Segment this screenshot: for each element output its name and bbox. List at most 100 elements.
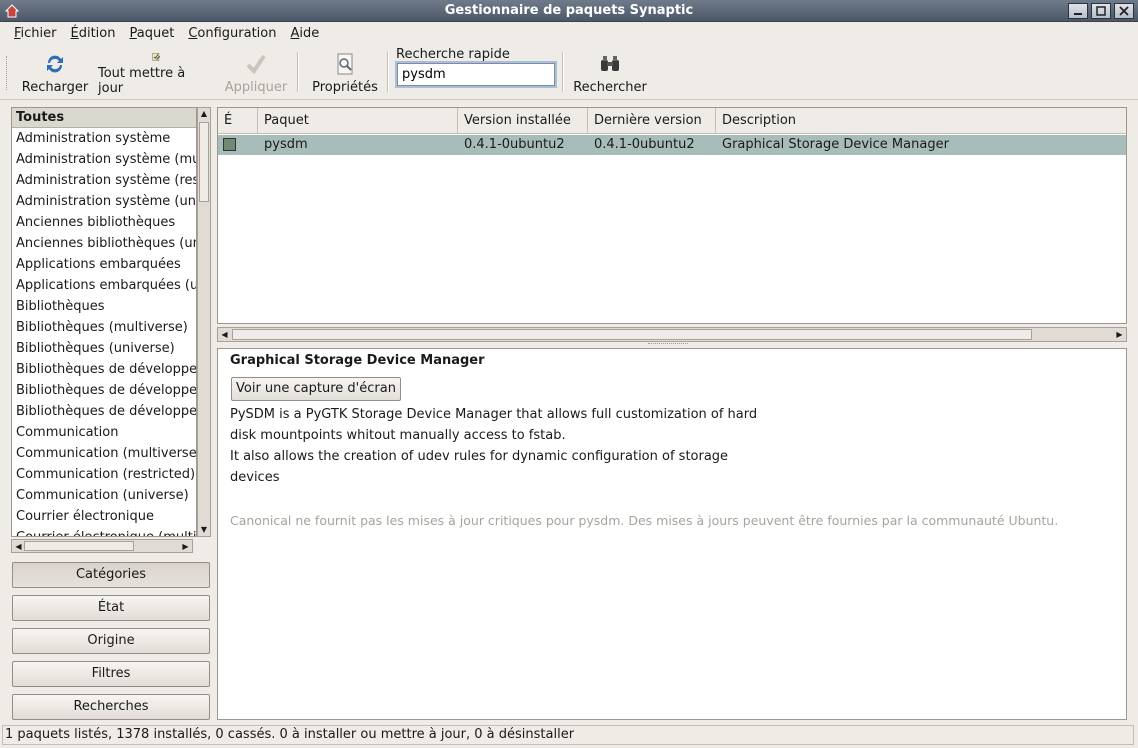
- properties-button[interactable]: Propriétés: [310, 48, 380, 96]
- package-table: É Paquet Version installée Dernière vers…: [217, 107, 1127, 324]
- menu-label: ide: [299, 25, 320, 41]
- column-package[interactable]: Paquet: [258, 108, 458, 134]
- menu-label: dition: [78, 25, 116, 41]
- pane-resize-handle[interactable]: [648, 343, 688, 346]
- reload-label: Recharger: [21, 80, 89, 95]
- menu-mnemonic: É: [70, 25, 79, 41]
- menu-label: onfiguration: [197, 25, 277, 41]
- apply-label: Appliquer: [224, 80, 288, 95]
- menu-configuration[interactable]: Configuration: [182, 26, 282, 41]
- category-all[interactable]: Toutes: [12, 108, 196, 128]
- column-latest-version[interactable]: Dernière version: [588, 108, 716, 134]
- menu-aide[interactable]: Aide: [284, 26, 325, 41]
- view-screenshot-button[interactable]: Voir une capture d'écran: [231, 377, 401, 401]
- scrollbar-thumb[interactable]: [24, 541, 134, 551]
- binoculars-icon: [601, 56, 619, 71]
- menu-bar: Fichier Édition Paquet Configuration Aid…: [0, 22, 1138, 44]
- scroll-right-arrow-icon[interactable]: ▶: [1113, 328, 1126, 341]
- close-icon: [1119, 6, 1129, 16]
- category-vertical-scrollbar[interactable]: ▲ ▼: [197, 107, 211, 537]
- category-item[interactable]: Anciennes bibliothèques (universe): [12, 233, 196, 254]
- menu-label: aquet: [136, 25, 175, 41]
- maximize-icon: [1096, 6, 1106, 16]
- menu-edition[interactable]: Édition: [65, 26, 122, 41]
- category-item[interactable]: Communication (restricted): [12, 464, 196, 485]
- package-table-header: É Paquet Version installée Dernière vers…: [218, 108, 1126, 134]
- toolbar: Recharger Tout mettre à jour Appliquer P…: [0, 44, 1138, 100]
- toolbar-separator: [387, 52, 389, 92]
- column-installed-version[interactable]: Version installée: [458, 108, 588, 134]
- filters-button[interactable]: Filtres: [12, 661, 210, 687]
- window-title: Gestionnaire de paquets Synaptic: [444, 3, 694, 18]
- scroll-right-arrow-icon[interactable]: ▶: [179, 540, 192, 553]
- menu-paquet[interactable]: Paquet: [123, 26, 180, 41]
- quick-search-input[interactable]: [395, 61, 557, 88]
- apply-button[interactable]: Appliquer: [224, 48, 288, 96]
- category-item[interactable]: Applications embarquées: [12, 254, 196, 275]
- category-item[interactable]: Bibliothèques: [12, 296, 196, 317]
- searches-button[interactable]: Recherches: [12, 694, 210, 720]
- state-button[interactable]: État: [12, 595, 210, 621]
- toolbar-separator: [297, 52, 299, 92]
- scroll-up-arrow-icon[interactable]: ▲: [198, 108, 210, 120]
- title-bar: Gestionnaire de paquets Synaptic: [0, 0, 1138, 22]
- details-description-line: devices: [230, 470, 280, 485]
- categories-button[interactable]: Catégories: [12, 562, 210, 588]
- quick-search-label: Recherche rapide: [396, 47, 510, 62]
- column-status[interactable]: É: [218, 108, 258, 134]
- support-note: Canonical ne fournit pas les mises à jou…: [230, 513, 1059, 528]
- package-latest-version: 0.4.1-0ubuntu2: [594, 137, 695, 152]
- status-bar: 1 paquets listés, 1378 installés, 0 cass…: [2, 725, 1134, 745]
- package-installed-version: 0.4.1-0ubuntu2: [464, 137, 565, 152]
- synaptic-app-icon[interactable]: [4, 3, 20, 19]
- category-item[interactable]: Anciennes bibliothèques: [12, 212, 196, 233]
- category-item[interactable]: Communication: [12, 422, 196, 443]
- details-title: Graphical Storage Device Manager: [230, 353, 485, 368]
- table-row[interactable]: pysdm 0.4.1-0ubuntu2 0.4.1-0ubuntu2 Grap…: [218, 135, 1126, 155]
- pane-resize-handle[interactable]: [210, 390, 214, 440]
- package-description: Graphical Storage Device Manager: [722, 137, 949, 152]
- category-item[interactable]: Bibliothèques de développement: [12, 401, 196, 422]
- upgrade-all-icon: [152, 53, 161, 61]
- checkmark-icon: [246, 54, 266, 75]
- category-item[interactable]: Applications embarquées (universe): [12, 275, 196, 296]
- category-item[interactable]: Bibliothèques de développement: [12, 380, 196, 401]
- category-item[interactable]: Communication (multiverse): [12, 443, 196, 464]
- package-horizontal-scrollbar[interactable]: ◀ ▶: [217, 327, 1127, 342]
- upgrade-all-label: Tout mettre à jour: [98, 66, 186, 96]
- menu-mnemonic: P: [129, 25, 137, 41]
- category-horizontal-scrollbar[interactable]: ◀ ▶: [11, 539, 193, 553]
- scrollbar-thumb[interactable]: [232, 329, 1032, 340]
- category-item[interactable]: Courrier électronique: [12, 506, 196, 527]
- category-item[interactable]: Bibliothèques de développement: [12, 359, 196, 380]
- toolbar-separator: [562, 52, 564, 92]
- category-item[interactable]: Bibliothèques (multiverse): [12, 317, 196, 338]
- close-button[interactable]: [1114, 3, 1134, 19]
- category-item[interactable]: Administration système (multiverse): [12, 149, 196, 170]
- maximize-button[interactable]: [1091, 3, 1111, 19]
- origin-button[interactable]: Origine: [12, 628, 210, 654]
- category-item[interactable]: Communication (universe): [12, 485, 196, 506]
- details-description-line: PySDM is a PyGTK Storage Device Manager …: [230, 407, 758, 422]
- package-status-icon[interactable]: [223, 138, 236, 151]
- category-item[interactable]: Bibliothèques (universe): [12, 338, 196, 359]
- column-description[interactable]: Description: [716, 108, 1126, 134]
- reload-button[interactable]: Recharger: [22, 48, 88, 96]
- reload-icon: [47, 55, 63, 73]
- upgrade-all-button[interactable]: Tout mettre à jour: [98, 48, 214, 96]
- search-label: Rechercher: [573, 80, 647, 95]
- scrollbar-thumb[interactable]: [199, 122, 209, 202]
- category-item[interactable]: Courrier électronique (multiverse): [12, 527, 196, 536]
- category-item[interactable]: Administration système (universe): [12, 191, 196, 212]
- search-button[interactable]: Rechercher: [572, 48, 648, 96]
- toolbar-grip[interactable]: [6, 56, 10, 90]
- details-description-line: It also allows the creation of udev rule…: [230, 449, 729, 464]
- category-item[interactable]: Administration système (restricted): [12, 170, 196, 191]
- minimize-button[interactable]: [1068, 3, 1088, 19]
- scroll-down-arrow-icon[interactable]: ▼: [198, 524, 210, 536]
- category-list: Toutes Administration système Administra…: [11, 107, 197, 537]
- scroll-left-arrow-icon[interactable]: ◀: [218, 328, 231, 341]
- menu-label: ichier: [20, 25, 57, 41]
- menu-fichier[interactable]: Fichier: [8, 26, 63, 41]
- category-item[interactable]: Administration système: [12, 128, 196, 149]
